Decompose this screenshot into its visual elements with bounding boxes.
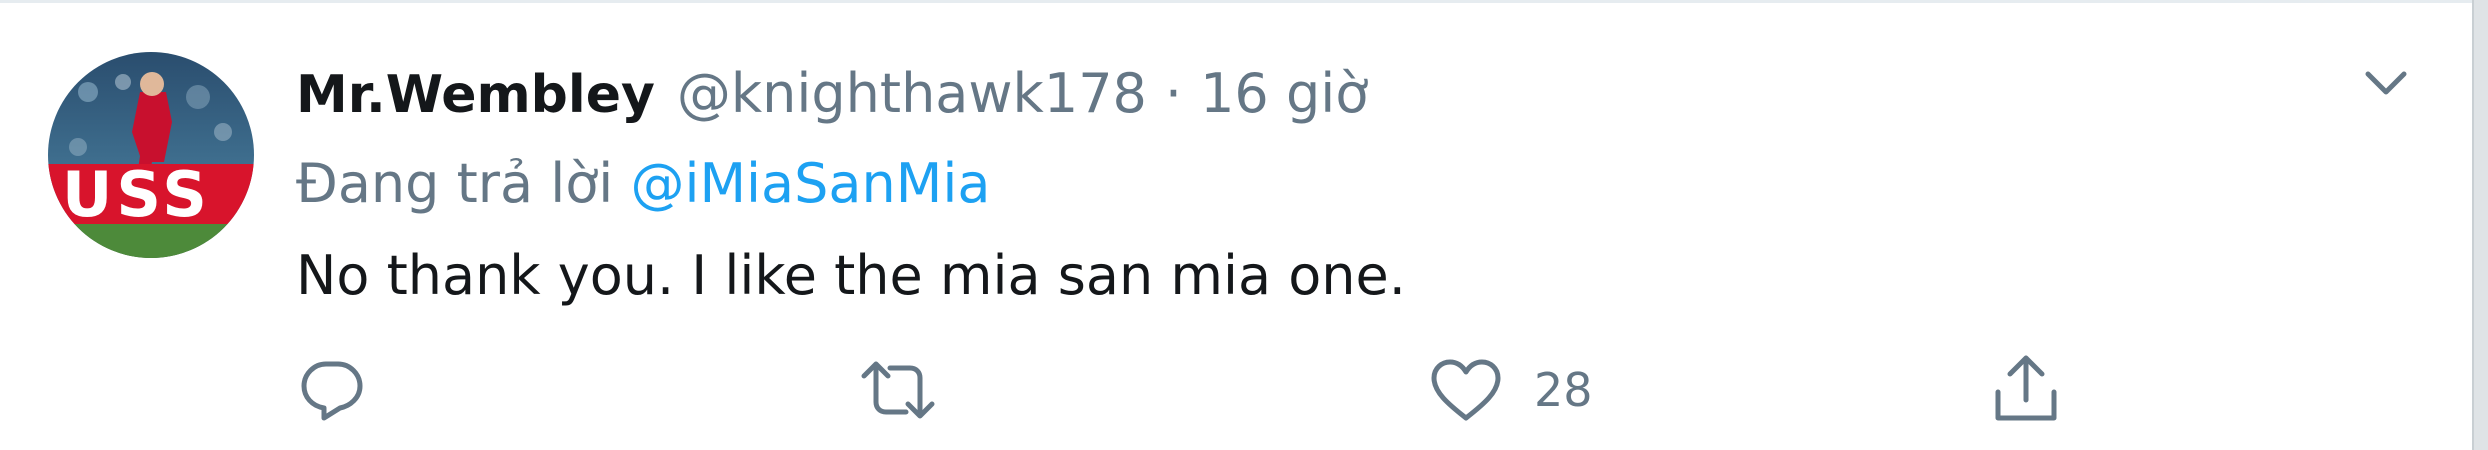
heart-icon [1431,359,1501,421]
like-count: 28 [1534,363,1593,417]
chevron-down-icon [2365,71,2407,95]
user-handle[interactable]: @knighthawk178 [677,56,1147,132]
window-scrollbar[interactable] [2472,0,2488,450]
display-name[interactable]: Mr.Wembley [296,57,655,133]
share-button[interactable] [1988,352,2064,428]
retweet-icon [861,361,935,419]
tweet-header: Mr.Wembley @knighthawk178 · 16 giờ [296,56,1368,132]
avatar[interactable]: USS [48,52,254,258]
avatar-image: USS [48,52,254,258]
tweet[interactable]: USS Mr.Wembley @knighthawk178 · 16 giờ Đ… [0,0,2472,450]
reply-icon [301,361,363,421]
retweet-button[interactable] [856,352,940,428]
tweet-top-divider [0,0,2472,3]
more-menu-button[interactable] [2356,58,2416,108]
replying-to: Đang trả lời @iMiaSanMia [296,146,990,222]
reply-button[interactable] [296,352,368,428]
replying-to-mention[interactable]: @iMiaSanMia [630,152,990,215]
timestamp[interactable]: 16 giờ [1200,56,1368,132]
like-button[interactable]: 28 [1428,352,1593,428]
tweet-text: No thank you. I like the mia san mia one… [296,244,1406,307]
replying-to-label: Đang trả lời [296,152,614,215]
avatar-banner-text: USS [62,158,211,231]
header-separator: · [1164,62,1183,125]
share-icon [1995,355,2057,421]
